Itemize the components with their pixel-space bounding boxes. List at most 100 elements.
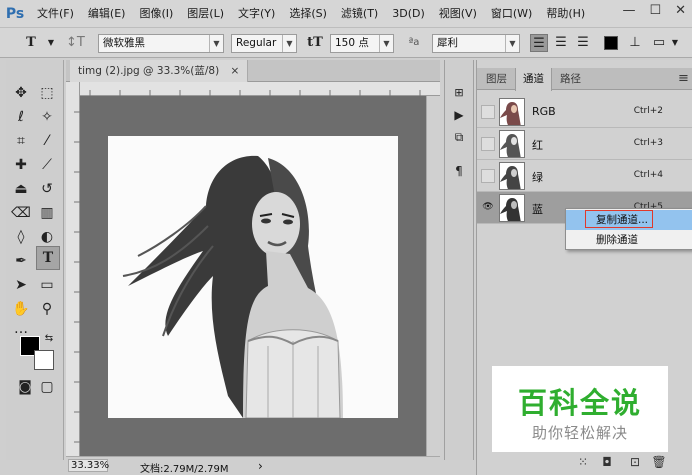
menu-item-delete-channel[interactable]: 删除通道 xyxy=(566,230,692,250)
paragraph-panel-icon[interactable]: ¶ xyxy=(448,160,470,182)
blur-tool-icon[interactable]: ◊ xyxy=(10,226,32,248)
stamp-tool-icon[interactable]: ⏏ xyxy=(10,178,32,200)
tab-paths[interactable]: 路径 xyxy=(553,68,588,90)
marquee-tool-icon[interactable]: ⬚ xyxy=(36,82,58,104)
new-channel-icon[interactable]: ⊡ xyxy=(627,454,643,470)
path-selection-icon[interactable]: ➤ xyxy=(10,274,32,296)
status-menu-arrow[interactable]: › xyxy=(258,459,263,473)
close-button[interactable]: ✕ xyxy=(675,3,686,18)
eyedropper-tool-icon[interactable]: ⁄ xyxy=(36,130,58,152)
visibility-toggle[interactable] xyxy=(481,169,495,183)
document-tab-bar: timg (2).jpg @ 33.3%(蓝/8) × xyxy=(66,60,440,82)
thumbnail-portrait xyxy=(500,198,521,221)
font-family-select[interactable]: 微软雅黑 ▼ xyxy=(98,34,224,53)
document-tab[interactable]: timg (2).jpg @ 33.3%(蓝/8) × xyxy=(70,60,249,82)
eraser-tool-icon[interactable]: ⌫ xyxy=(10,202,32,224)
maximize-button[interactable]: ☐ xyxy=(649,3,661,18)
move-tool-icon[interactable]: ✥ xyxy=(10,82,32,104)
channel-row-rgb[interactable]: RGB Ctrl+2 xyxy=(477,96,692,128)
lasso-tool-icon[interactable]: ℓ xyxy=(10,106,32,128)
hand-tool-icon[interactable]: ✋ xyxy=(10,298,32,320)
text-color-swatch[interactable] xyxy=(604,36,618,50)
channel-row-red[interactable]: 红 Ctrl+3 xyxy=(477,128,692,160)
toolbox: ✥ ⬚ ℓ ✧ ⌗ ⁄ ✚ ⟋ ⏏ ↺ ⌫ ▥ ◊ ◐ ✒ T ➤ ▭ ✋ ⚲ … xyxy=(6,60,64,460)
magic-wand-icon[interactable]: ✧ xyxy=(36,106,58,128)
menu-layer[interactable]: 图层(L) xyxy=(180,0,231,28)
healing-brush-icon[interactable]: ✚ xyxy=(10,154,32,176)
menu-window[interactable]: 窗口(W) xyxy=(484,0,539,28)
trash-icon[interactable]: 🗑 xyxy=(651,454,667,470)
channel-thumbnail xyxy=(499,162,525,190)
type-tool-icon[interactable]: T xyxy=(36,246,60,270)
chevron-down-icon: ▼ xyxy=(209,35,223,52)
zoom-tool-icon[interactable]: ⚲ xyxy=(36,298,58,320)
history-panel-icon[interactable]: ⊞ xyxy=(448,82,470,104)
crop-tool-icon[interactable]: ⌗ xyxy=(10,130,32,152)
dodge-tool-icon[interactable]: ◐ xyxy=(36,226,58,248)
brush-tool-icon[interactable]: ⟋ xyxy=(36,154,58,176)
highlight-box xyxy=(585,210,653,228)
warp-text-icon[interactable]: ⊥ xyxy=(626,34,644,52)
close-icon[interactable]: × xyxy=(231,65,240,77)
font-size-icon: tT xyxy=(307,35,323,50)
menu-view[interactable]: 视图(V) xyxy=(432,0,484,28)
save-selection-icon[interactable]: ◘ xyxy=(599,454,615,470)
menu-type[interactable]: 文字(Y) xyxy=(231,0,282,28)
eye-icon[interactable]: 👁 xyxy=(481,201,495,215)
tab-channels[interactable]: 通道 xyxy=(515,68,552,91)
menu-select[interactable]: 选择(S) xyxy=(282,0,334,28)
font-style-select[interactable]: Regular ▼ xyxy=(231,34,297,53)
channel-row-green[interactable]: 绿 Ctrl+4 xyxy=(477,160,692,192)
align-left-icon[interactable]: ☰ xyxy=(530,34,548,52)
zoom-level[interactable]: 33.33% xyxy=(68,459,109,472)
actions-play-icon[interactable]: ▶ xyxy=(448,104,470,126)
align-right-icon[interactable]: ☰ xyxy=(574,34,592,52)
load-selection-icon[interactable]: ⁙ xyxy=(575,454,591,470)
panel-tabs: 图层 通道 路径 ≡ xyxy=(477,68,692,91)
document-size: 文档:2.79M/2.79M xyxy=(140,464,229,475)
type-tool-preset-icon[interactable]: T xyxy=(22,34,40,52)
channel-shortcut: Ctrl+2 xyxy=(633,106,663,116)
options-bar: T ▼ ↕T 微软雅黑 ▼ Regular ▼ tT 150 点 ▼ ªa 犀利… xyxy=(0,28,692,58)
chevron-down-icon[interactable]: ▼ xyxy=(42,34,60,52)
font-size-select[interactable]: 150 点 ▼ xyxy=(330,34,394,53)
visibility-toggle[interactable] xyxy=(481,137,495,151)
font-style-value: Regular xyxy=(236,37,277,49)
panel-menu-icon[interactable]: ≡ xyxy=(671,68,692,90)
vertical-scrollbar[interactable] xyxy=(426,96,440,456)
menu-bar: Ps 文件(F) 编辑(E) 图像(I) 图层(L) 文字(Y) 选择(S) 滤… xyxy=(0,0,692,28)
antialias-select[interactable]: 犀利 ▼ xyxy=(432,34,520,53)
align-center-icon[interactable]: ☰ xyxy=(552,34,570,52)
menu-edit[interactable]: 编辑(E) xyxy=(81,0,133,28)
quick-mask-icon[interactable]: ◙ xyxy=(14,376,36,398)
status-bar: 33.33% 文档:2.79M/2.79M › xyxy=(66,456,440,475)
rectangle-tool-icon[interactable]: ▭ xyxy=(36,274,58,296)
chevron-down-icon: ▼ xyxy=(379,35,393,52)
channel-shortcut: Ctrl+4 xyxy=(633,170,663,180)
thumbnail-portrait xyxy=(500,134,521,157)
menu-help[interactable]: 帮助(H) xyxy=(539,0,592,28)
menu-image[interactable]: 图像(I) xyxy=(132,0,180,28)
pen-tool-icon[interactable]: ✒ xyxy=(10,250,32,272)
menu-3d[interactable]: 3D(D) xyxy=(385,0,432,28)
chevron-down-icon: ▼ xyxy=(282,35,296,52)
document-image[interactable] xyxy=(108,136,398,418)
ruler-ticks xyxy=(74,111,80,443)
visibility-toggle[interactable] xyxy=(481,105,495,119)
background-color-swatch[interactable] xyxy=(34,350,54,370)
tab-layers[interactable]: 图层 xyxy=(479,68,514,90)
minimize-button[interactable]: — xyxy=(622,3,635,18)
chevron-down-icon[interactable]: ▼ xyxy=(666,34,684,52)
portrait-illustration xyxy=(122,155,343,418)
menu-file[interactable]: 文件(F) xyxy=(30,0,81,28)
properties-panel-icon[interactable]: ⧉ xyxy=(448,126,470,148)
swap-colors-icon[interactable]: ⇆ xyxy=(42,332,56,346)
history-brush-icon[interactable]: ↺ xyxy=(36,178,58,200)
text-orientation-icon[interactable]: ↕T xyxy=(66,34,85,52)
menu-filter[interactable]: 滤镜(T) xyxy=(334,0,385,28)
window-controls: — ☐ ✕ xyxy=(622,3,686,18)
channel-name: RGB xyxy=(532,105,556,118)
ruler-horizontal xyxy=(80,82,440,96)
screen-mode-icon[interactable]: ▢ xyxy=(36,376,58,398)
gradient-tool-icon[interactable]: ▥ xyxy=(36,202,58,224)
